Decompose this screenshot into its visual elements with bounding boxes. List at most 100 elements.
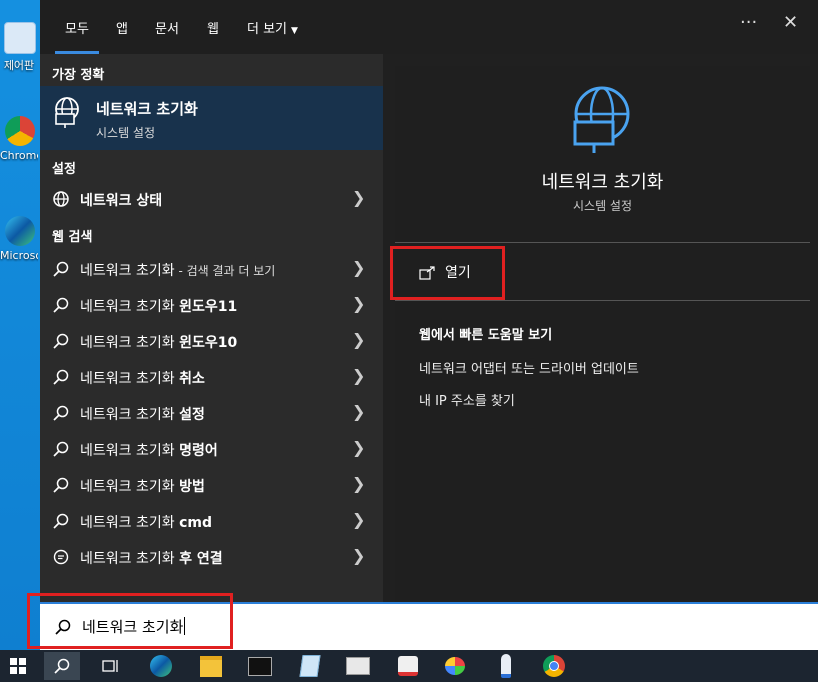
search-icon (53, 405, 69, 421)
web-result-suggestion: cmd (179, 515, 212, 531)
chevron-right-icon[interactable]: ❯ (352, 546, 365, 565)
desktop: 제어판 Chrome Microsoft Edge (0, 0, 40, 650)
taskbar-app-rocket[interactable] (488, 652, 524, 680)
close-button[interactable]: ✕ (783, 12, 798, 33)
tab-documents[interactable]: 문서 (155, 18, 179, 37)
terminal-icon (248, 656, 272, 676)
web-result-item[interactable]: 네트워크 초기화 cmd ❯ (40, 504, 383, 538)
tab-web[interactable]: 웹 (207, 18, 219, 37)
web-result-query: 네트워크 초기화 (80, 515, 180, 531)
tab-more[interactable]: 더 보기 ▼ (247, 18, 298, 37)
start-button[interactable] (0, 652, 36, 680)
chevron-right-icon[interactable]: ❯ (352, 188, 365, 207)
scissors-icon (398, 656, 418, 676)
network-globe-icon (573, 86, 630, 153)
remote-desktop-icon (346, 657, 370, 675)
search-icon (53, 333, 69, 349)
best-match-item[interactable]: 네트워크 초기화 시스템 설정 (40, 86, 383, 150)
taskbar-snipping-tool[interactable] (390, 652, 426, 680)
web-result-query: 네트워크 초기화 (80, 407, 180, 423)
tab-apps[interactable]: 앱 (116, 18, 128, 37)
chrome-center-dot (549, 661, 559, 671)
web-result-query: 네트워크 초기화 (80, 443, 180, 459)
web-result-label: 네트워크 초기화 취소 (80, 368, 205, 388)
search-icon (53, 441, 69, 457)
web-result-query: 네트워크 초기화 (80, 479, 180, 495)
rocket-icon (501, 654, 511, 678)
more-options-button[interactable]: ··· (740, 12, 757, 33)
search-icon (54, 658, 70, 674)
taskbar-terminal[interactable] (242, 652, 278, 680)
desktop-icon-edge[interactable]: Microsoft Edge (0, 216, 40, 262)
chevron-right-icon[interactable]: ❯ (352, 474, 365, 493)
web-result-label: 네트워크 초기화 설정 (80, 404, 205, 424)
folder-icon (200, 655, 222, 677)
chrome-icon (543, 655, 565, 677)
web-result-label: 네트워크 초기화 - 검색 결과 더 보기 (80, 260, 275, 280)
web-result-query: 네트워크 초기화 (80, 263, 175, 279)
desktop-icon-label: 제어판 (3, 59, 35, 72)
web-result-suggestion: 윈도우10 (179, 335, 238, 351)
preview-pane: 네트워크 초기화 시스템 설정 열기 웹에서 빠른 도움말 보기 네트워크 어댑… (395, 66, 810, 602)
web-result-suggestion: 명령어 (179, 443, 218, 459)
web-result-suggestion: 윈도우11 (179, 299, 238, 315)
network-globe-icon (55, 97, 79, 128)
search-icon (53, 369, 69, 385)
best-match-title: 네트워크 초기화 (96, 100, 198, 118)
web-result-item[interactable]: 네트워크 초기화 윈도우10 ❯ (40, 324, 383, 358)
desktop-icon-chrome[interactable]: Chrome (0, 116, 40, 162)
web-result-item[interactable]: 네트워크 초기화 - 검색 결과 더 보기 ❯ (40, 252, 383, 286)
highlight-box-open (390, 246, 505, 300)
web-result-query: 네트워크 초기화 (80, 371, 180, 387)
settings-header: 설정 (52, 162, 76, 177)
web-help-link[interactable]: 네트워크 어댑터 또는 드라이버 업데이트 (419, 358, 639, 377)
tab-bar: 모두 앱 문서 웹 더 보기 ▼ ··· ✕ (40, 0, 818, 54)
web-result-item[interactable]: 네트워크 초기화 후 연결 ❯ (40, 540, 383, 574)
settings-item-network-status[interactable]: 네트워크 상태 ❯ (40, 182, 383, 216)
search-icon (53, 513, 69, 529)
highlight-box-search (27, 593, 233, 649)
web-help-link[interactable]: 내 IP 주소를 찾기 (419, 390, 515, 409)
web-result-suffix: - 검색 결과 더 보기 (174, 264, 276, 278)
taskbar-search-button[interactable] (44, 652, 80, 680)
settings-item-label: 네트워크 상태 (80, 193, 163, 209)
web-result-item[interactable]: 네트워크 초기화 방법 ❯ (40, 468, 383, 502)
best-match-subtitle: 시스템 설정 (96, 126, 156, 140)
tab-more-label: 더 보기 (247, 22, 288, 37)
chevron-right-icon[interactable]: ❯ (352, 294, 365, 313)
search-panel: 모두 앱 문서 웹 더 보기 ▼ ··· ✕ 가장 정확 네트워크 초기화 시스템… (40, 0, 818, 650)
chevron-right-icon[interactable]: ❯ (352, 366, 365, 385)
divider (395, 300, 810, 301)
windows-logo-icon (10, 658, 26, 674)
chevron-right-icon[interactable]: ❯ (352, 330, 365, 349)
web-result-query: 네트워크 초기화 (80, 299, 180, 315)
web-result-item[interactable]: 네트워크 초기화 명령어 ❯ (40, 432, 383, 466)
taskbar (0, 650, 818, 682)
taskbar-edge[interactable] (143, 652, 179, 680)
chevron-right-icon[interactable]: ❯ (352, 438, 365, 457)
search-icon (53, 261, 69, 277)
web-result-query: 네트워크 초기화 (80, 335, 180, 351)
taskbar-chrome[interactable] (536, 652, 572, 680)
best-match-header: 가장 정확 (52, 68, 105, 83)
results-list: 가장 정확 네트워크 초기화 시스템 설정 설정 네트워크 상태 ❯ 웹 검색 (40, 54, 383, 602)
web-result-suggestion: 설정 (179, 407, 205, 423)
taskbar-remote-desktop[interactable] (340, 652, 376, 680)
taskbar-file-explorer[interactable] (193, 652, 229, 680)
search-icon (53, 477, 69, 493)
task-view-button[interactable] (93, 652, 129, 680)
chevron-right-icon[interactable]: ❯ (352, 510, 365, 529)
web-result-item[interactable]: 네트워크 초기화 윈도우11 ❯ (40, 288, 383, 322)
taskbar-notepad[interactable] (292, 652, 328, 680)
web-result-item[interactable]: 네트워크 초기화 설정 ❯ (40, 396, 383, 430)
edge-icon (5, 216, 35, 246)
tab-all[interactable]: 모두 (55, 18, 99, 54)
web-result-label: 네트워크 초기화 윈도우11 (80, 296, 237, 316)
chevron-right-icon[interactable]: ❯ (352, 258, 365, 277)
desktop-icon-control-panel[interactable]: 제어판 (0, 22, 40, 73)
chevron-right-icon[interactable]: ❯ (352, 402, 365, 421)
desktop-icon-label: Chrome (0, 149, 38, 162)
web-result-item[interactable]: 네트워크 초기화 취소 ❯ (40, 360, 383, 394)
taskbar-paint[interactable] (437, 652, 473, 680)
notepad-icon (299, 655, 321, 677)
